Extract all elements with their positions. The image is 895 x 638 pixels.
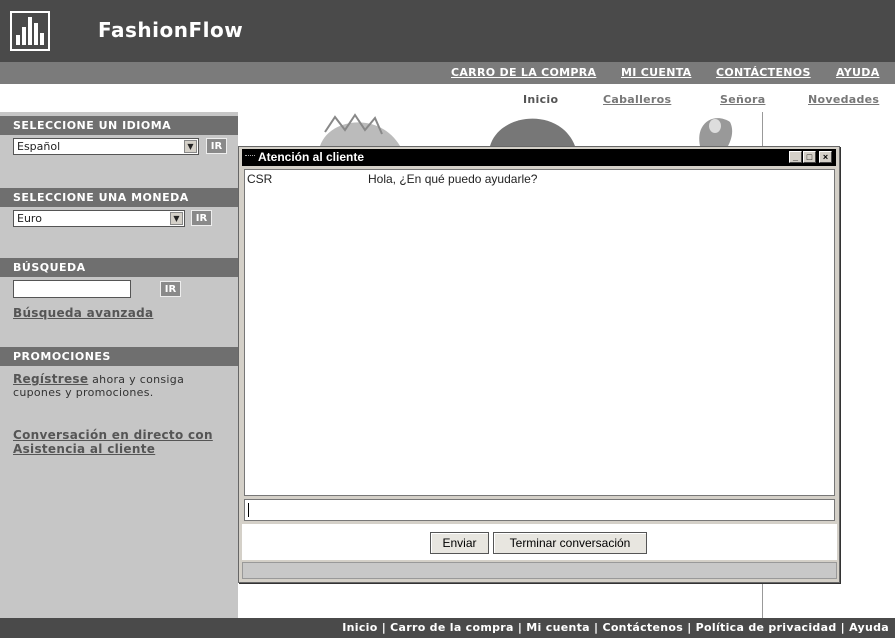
currency-select[interactable]: Euro ▼ [13, 210, 185, 227]
chat-title-bar[interactable]: Atención al cliente _ □ × [242, 149, 836, 166]
chat-status-bar [242, 562, 837, 579]
register-line: Regístrese ahora y consiga [13, 372, 184, 386]
subnav-new[interactable]: Novedades [808, 93, 879, 106]
chat-transcript[interactable]: CSR Hola, ¿En qué puedo ayudarle? [244, 169, 835, 496]
logo-icon[interactable] [10, 11, 50, 51]
language-heading: SELECCIONE UN IDIOMA [0, 116, 238, 135]
subnav-home[interactable]: Inicio [523, 93, 558, 106]
register-text-2: cupones y promociones. [13, 386, 154, 399]
chat-window: Atención al cliente _ □ × CSR Hola, ¿En … [238, 146, 840, 583]
currency-heading: SELECCIONE UNA MONEDA [0, 188, 238, 207]
search-go-button[interactable]: IR [160, 281, 181, 297]
register-text: ahora y consiga [92, 373, 185, 386]
chat-title: Atención al cliente [258, 150, 365, 164]
message-text: Hola, ¿En qué puedo ayudarle? [368, 172, 538, 186]
live-chat-link[interactable]: Conversación en directo con [13, 428, 213, 442]
live-chat-link-2[interactable]: Asistencia al cliente [13, 442, 155, 456]
send-button[interactable]: Enviar [430, 532, 489, 554]
chat-button-area: Enviar Terminar conversación [242, 524, 837, 560]
message-sender: CSR [247, 172, 273, 186]
brand-name[interactable]: FashionFlow [98, 18, 243, 42]
nav-cart[interactable]: CARRO DE LA COMPRA [451, 66, 596, 79]
register-link[interactable]: Regístrese [13, 372, 88, 386]
top-nav: CARRO DE LA COMPRA MI CUENTA CONTÁCTENOS… [0, 62, 895, 84]
search-input[interactable] [13, 280, 131, 298]
sidebar: SELECCIONE UN IDIOMA Español ▼ IR SELECC… [0, 112, 238, 618]
nav-contact[interactable]: CONTÁCTENOS [716, 66, 811, 79]
currency-value: Euro [17, 212, 42, 225]
chevron-down-icon[interactable]: ▼ [184, 140, 197, 153]
hero-photos [320, 113, 733, 146]
currency-go-button[interactable]: IR [191, 210, 212, 226]
close-icon[interactable]: × [819, 151, 832, 163]
message-input[interactable] [244, 499, 835, 521]
minimize-icon[interactable]: _ [789, 151, 802, 163]
window-icon [245, 155, 255, 160]
advanced-search-link[interactable]: Búsqueda avanzada [13, 306, 153, 320]
site-footer: Inicio | Carro de la compra | Mi cuenta … [0, 618, 895, 638]
maximize-icon[interactable]: □ [803, 151, 816, 163]
language-select[interactable]: Español ▼ [13, 138, 199, 155]
language-go-button[interactable]: IR [206, 138, 227, 154]
footer-links[interactable]: Inicio | Carro de la compra | Mi cuenta … [342, 621, 889, 634]
subnav-men[interactable]: Caballeros [603, 93, 671, 106]
promotions-heading: PROMOCIONES [0, 347, 238, 366]
nav-account[interactable]: MI CUENTA [621, 66, 691, 79]
site-header: FashionFlow [0, 0, 895, 62]
end-chat-button[interactable]: Terminar conversación [493, 532, 647, 554]
nav-help[interactable]: AYUDA [836, 66, 880, 79]
search-heading: BÚSQUEDA [0, 258, 238, 277]
subnav-women[interactable]: Señora [720, 93, 765, 106]
sub-nav: Inicio Caballeros Señora Novedades [0, 84, 895, 112]
chevron-down-icon[interactable]: ▼ [170, 212, 183, 225]
language-value: Español [17, 140, 61, 153]
